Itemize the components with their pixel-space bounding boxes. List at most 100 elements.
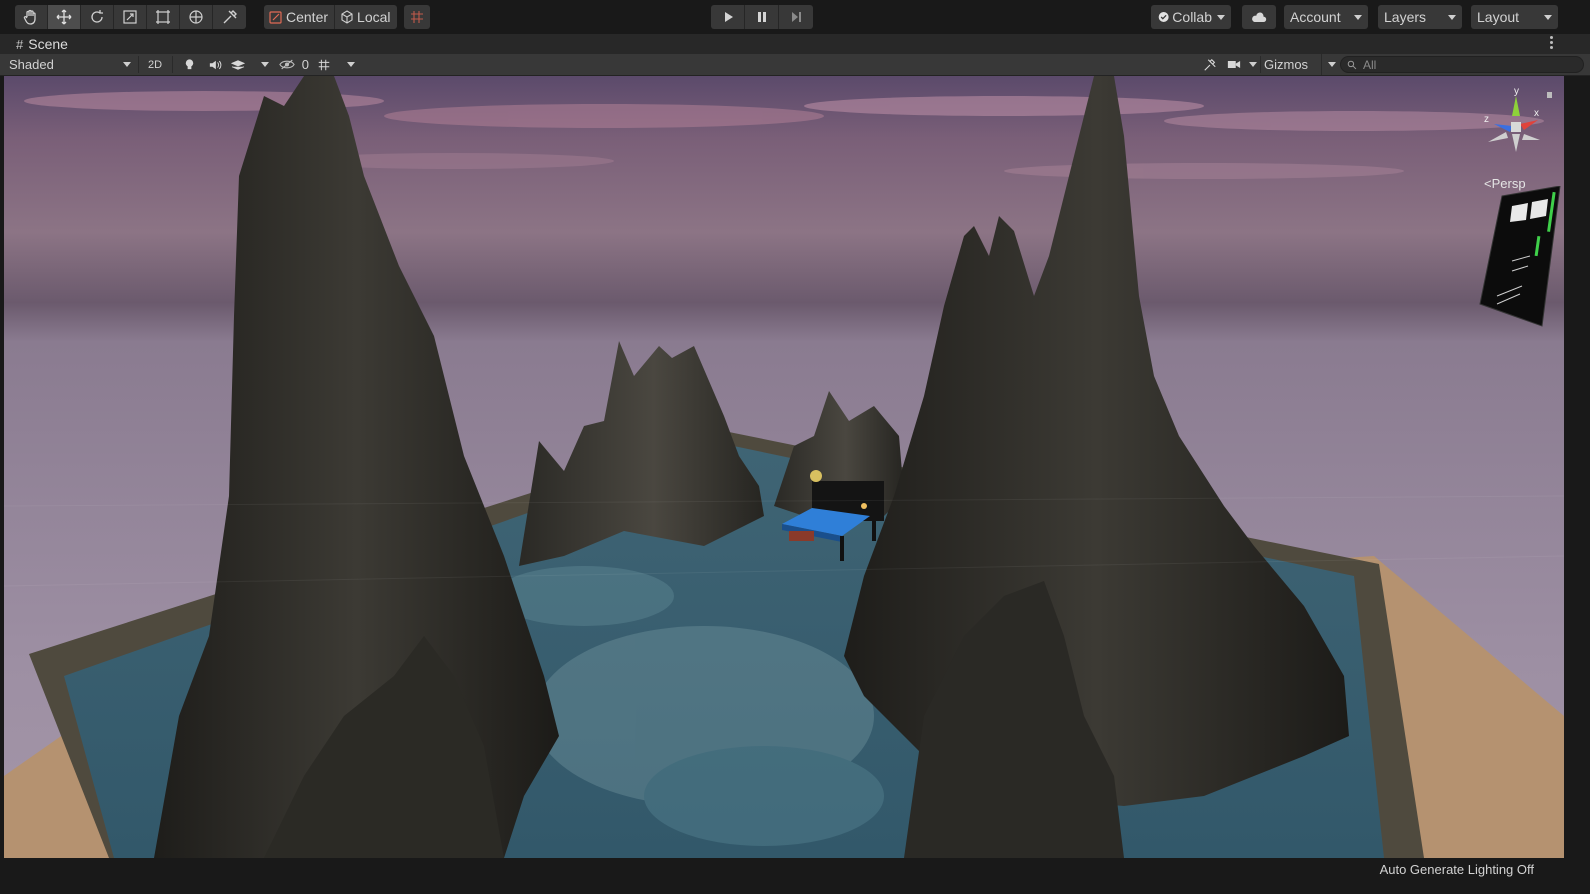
pivot-rotation-button[interactable]: Local — [335, 5, 397, 29]
play-button[interactable] — [711, 5, 745, 29]
layout-caret-icon — [1544, 14, 1552, 20]
lighting-status[interactable]: Auto Generate Lighting Off — [1380, 862, 1534, 877]
transform-tool-button[interactable] — [180, 5, 213, 29]
local-cube-icon — [341, 10, 353, 24]
gizmo-y-cone[interactable] — [1512, 96, 1520, 116]
layers-caret-icon — [1448, 14, 1456, 20]
scene-tools-button[interactable] — [1201, 54, 1219, 75]
draw-mode-label: Shaded — [9, 57, 54, 72]
gizmo-z-label: z — [1484, 114, 1489, 125]
scene-viewport[interactable]: y x z <Persp — [4, 76, 1564, 858]
rect-tool-button[interactable] — [147, 5, 180, 29]
layers-label: Layers — [1384, 9, 1427, 25]
world-ui-canvas — [1479, 186, 1561, 327]
gizmo-neg-x-cone[interactable] — [1488, 132, 1508, 142]
scene-visibility-toggle[interactable]: 0 — [279, 54, 309, 75]
custom-tool-button[interactable] — [213, 5, 246, 29]
gizmo-neg-z-cone[interactable] — [1522, 134, 1540, 140]
cloud-button[interactable] — [1242, 5, 1276, 29]
rect-transform-icon — [156, 10, 170, 24]
gizmo-lock-icon[interactable] — [1547, 92, 1552, 98]
toggle-2d-label: 2D — [147, 58, 163, 71]
layout-dropdown[interactable]: Layout — [1471, 5, 1558, 29]
tools-icon — [223, 10, 237, 24]
pivot-mode-label: Center — [286, 9, 329, 25]
play-icon — [724, 12, 733, 22]
hand-tool-button[interactable] — [15, 5, 48, 29]
gizmo-center-cube[interactable] — [1511, 122, 1521, 132]
scale-tool-button[interactable] — [114, 5, 147, 29]
layout-label: Layout — [1477, 9, 1520, 25]
camera-caret-icon — [1249, 62, 1257, 67]
account-dropdown[interactable]: Account — [1284, 5, 1368, 29]
gizmo-z-cone[interactable] — [1494, 124, 1512, 132]
tab-menu-icon[interactable] — [1550, 36, 1554, 49]
gizmos-dropdown[interactable]: Gizmos — [1264, 54, 1336, 75]
gizmo-neg-y-cone[interactable] — [1512, 134, 1520, 152]
toggle-2d-button[interactable]: 2D — [143, 54, 167, 75]
grid-snap-icon — [411, 11, 423, 23]
step-button[interactable] — [779, 5, 813, 29]
cloud-icon — [1252, 12, 1267, 22]
play-controls — [711, 5, 813, 29]
gizmo-y-label: y — [1514, 86, 1519, 97]
hidden-eye-icon — [279, 59, 295, 70]
collab-dropdown[interactable]: Collab — [1151, 5, 1231, 29]
account-caret-icon — [1354, 14, 1362, 20]
status-bar: Auto Generate Lighting Off — [0, 858, 1590, 894]
pivot-center-icon — [269, 11, 282, 24]
rotate-tool-button[interactable] — [81, 5, 114, 29]
gizmo-x-label: x — [1534, 108, 1539, 119]
gizmo-x-cone[interactable] — [1520, 120, 1538, 130]
grid-snap-button[interactable] — [404, 5, 430, 29]
transform-icon — [189, 10, 203, 24]
transform-tools — [15, 5, 246, 29]
scene-search-placeholder: All — [1363, 57, 1377, 72]
audio-toggle[interactable] — [204, 54, 226, 75]
move-arrows-icon — [56, 9, 72, 25]
grid-caret-icon — [347, 62, 355, 67]
account-label: Account — [1290, 9, 1341, 25]
camera-dropdown[interactable] — [1227, 54, 1257, 75]
light-bulb-icon — [185, 59, 193, 70]
collab-label: Collab — [1172, 9, 1212, 25]
step-icon — [792, 12, 801, 22]
scale-icon — [123, 10, 137, 24]
effects-dropdown[interactable] — [231, 54, 269, 75]
hidden-count: 0 — [301, 57, 309, 72]
scene-render — [4, 76, 1564, 858]
grid-visibility-icon — [318, 59, 330, 70]
tools-cross-icon — [1204, 58, 1216, 71]
hand-icon — [23, 9, 36, 25]
rotate-icon — [91, 10, 103, 23]
gizmos-caret-icon — [1328, 62, 1336, 67]
camera-icon — [1227, 61, 1241, 68]
scene-grid-icon: # — [16, 36, 24, 52]
collab-caret-icon — [1217, 14, 1225, 20]
search-icon — [1347, 60, 1357, 69]
check-circle-icon — [1158, 12, 1169, 22]
scene-search-input[interactable]: All — [1340, 56, 1584, 73]
move-tool-button[interactable] — [48, 5, 81, 29]
speaker-icon — [209, 60, 222, 69]
grid-dropdown[interactable] — [317, 54, 355, 75]
draw-mode-dropdown[interactable]: Shaded — [9, 54, 131, 75]
pivot-rotation-label: Local — [357, 9, 391, 25]
scene-toolbar: Shaded 2D 0 Gizmos All — [0, 54, 1590, 76]
lighting-toggle[interactable] — [178, 54, 200, 75]
scene-tab-bar: # Scene — [0, 34, 1590, 54]
pause-icon — [757, 12, 766, 22]
effects-layers-icon — [231, 59, 245, 70]
snap-group — [404, 5, 430, 29]
tab-scene[interactable]: # Scene — [16, 36, 68, 52]
pivot-controls: Center Local — [264, 5, 397, 29]
main-toolbar: Center Local Collab Account Layers Layou… — [0, 0, 1590, 34]
pause-button[interactable] — [745, 5, 779, 29]
pivot-mode-button[interactable]: Center — [264, 5, 336, 29]
draw-mode-caret-icon — [123, 62, 131, 67]
layers-dropdown[interactable]: Layers — [1378, 5, 1462, 29]
gizmos-label: Gizmos — [1264, 57, 1309, 72]
orientation-gizmo[interactable]: y x z — [1476, 84, 1556, 164]
scene-tab-label: Scene — [28, 36, 68, 52]
effects-caret-icon — [261, 62, 269, 67]
